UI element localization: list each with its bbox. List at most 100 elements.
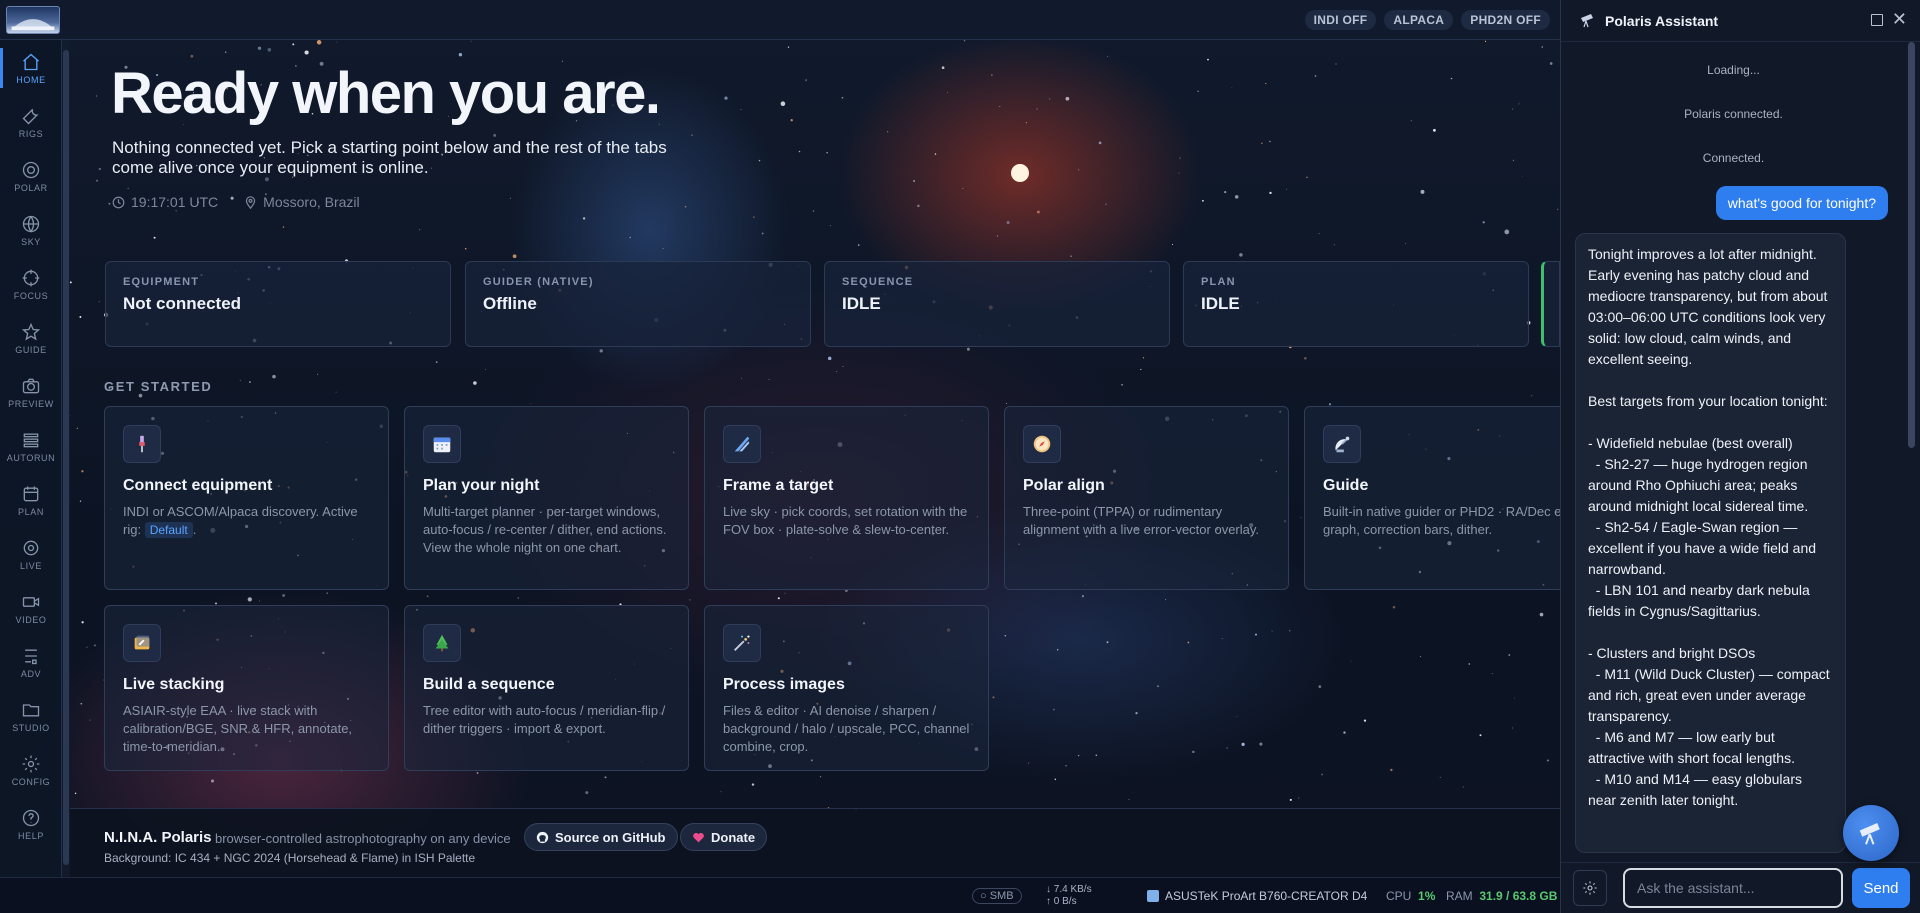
nav-item-preview[interactable]: PREVIEW [0,366,62,418]
card-guide[interactable]: Guide Built-in native guider or PHD2 · R… [1304,406,1560,590]
nav-scrollbar-thumb[interactable] [63,50,69,865]
github-button[interactable]: Source on GitHub [524,823,678,851]
nav-scrollbar[interactable] [62,40,70,877]
background-star [1450,77,1453,80]
nav-item-live[interactable]: LIVE [0,528,62,580]
background-star [780,101,786,106]
host-name: ASUSTeK ProArt B760-CREATOR D4 [1165,889,1368,903]
assistant-settings-button[interactable] [1573,870,1607,906]
ram-value: 31.9 / 63.8 GB [1479,889,1558,903]
background-star [1192,750,1195,754]
card-title: Connect equipment [123,477,273,494]
nav-item-home[interactable]: HOME [0,42,62,94]
background-star [272,374,276,379]
background-star [1201,199,1204,202]
chat-scrollbar[interactable] [1907,42,1916,862]
card-title: Process images [723,676,845,693]
background-star [761,232,764,235]
app-logo[interactable] [6,6,60,34]
satellite-dish-icon [1335,436,1350,453]
background-star [1128,799,1130,800]
background-star [1350,660,1352,662]
card-title: Guide [1323,477,1369,494]
expand-window-icon[interactable] [1871,14,1883,26]
alpaca-status-pill[interactable]: ALPACA [1384,10,1454,30]
assistant-input[interactable] [1623,868,1843,908]
card-process-images[interactable]: Process images Files & editor · AI denoi… [704,605,989,771]
background-star [1171,243,1174,246]
card-icon-box [423,425,461,463]
card-plan-your-night[interactable]: Plan your night Multi-target planner · p… [404,406,689,590]
status-card-plan[interactable]: PLAN IDLE [1183,261,1529,347]
nav-item-autorun[interactable]: AUTORUN [0,420,62,472]
phd2-status-pill[interactable]: PHD2N OFF [1461,10,1550,30]
background-star [1318,233,1320,235]
cpu-value: 1% [1418,889,1436,903]
background-star [1077,754,1080,757]
card-title: Build a sequence [423,676,555,693]
background-star [1546,759,1549,762]
page-title: Ready when you are. [111,61,661,126]
card-title: Plan your night [423,477,540,494]
card-live-stacking[interactable]: Live stacking ASIAIR-style EAA · live st… [104,605,389,771]
nav-item-adv[interactable]: ADV [0,636,62,688]
background-star [827,356,832,361]
background-star [317,373,318,375]
donate-button[interactable]: Donate [680,823,768,851]
card-build-a-sequence[interactable]: Build a sequence Tree editor with auto-f… [404,605,689,771]
status-card-sequence[interactable]: SEQUENCE IDLE [824,261,1170,347]
status-card-equipment[interactable]: EQUIPMENT Not connected [105,261,451,347]
background-star [1221,637,1223,640]
background-star [473,381,477,385]
nav-item-video[interactable]: VIDEO [0,582,62,634]
nav-label: CONFIG [11,776,51,787]
card-polar-align[interactable]: Polar align Three-point (TPPA) or rudime… [1004,406,1289,590]
background-star [1179,157,1181,159]
indi-status-pill[interactable]: INDI OFF [1304,10,1377,30]
system-message: Loading... [1707,63,1760,77]
background-star [1289,630,1291,632]
card-connect-equipment[interactable]: Connect equipment INDI or ASCOM/Alpaca d… [104,406,389,590]
smb-status-badge[interactable]: ○ SMB [972,888,1022,904]
send-button[interactable]: Send [1852,868,1910,908]
assistant-fab-button[interactable] [1843,805,1899,861]
chat-scrollbar-thumb[interactable] [1908,42,1915,448]
close-icon[interactable]: ✕ [1892,9,1907,30]
github-icon [536,831,549,843]
card-frame-a-target[interactable]: Frame a target Live sky · pick coords, s… [704,406,989,590]
nav-item-studio[interactable]: STUDIO [0,690,62,742]
background-star [335,391,337,393]
card-description-end: . [192,522,197,537]
background-star [1006,220,1010,225]
background-star [992,696,995,699]
background-star [1178,172,1180,174]
nav-item-rigs[interactable]: RIGS [0,96,62,148]
background-star [326,592,328,594]
nav-item-guide[interactable]: GUIDE [0,312,62,364]
nav-item-polar[interactable]: POLAR [0,150,62,202]
nav-item-sky[interactable]: SKY [0,204,62,256]
background-star [304,50,309,55]
background-star [79,500,82,502]
nav-item-plan[interactable]: PLAN [0,474,62,526]
nav-label: POLAR [14,182,48,193]
background-star [1036,210,1040,214]
background-star [79,316,82,318]
status-card-guider[interactable]: GUIDER (NATIVE) Offline [465,261,811,347]
nav-item-config[interactable]: CONFIG [0,744,62,796]
background-star [753,216,755,218]
nav-item-help[interactable]: HELP [0,798,62,850]
background-star [418,229,421,231]
background-star [1106,641,1109,644]
nav-item-focus[interactable]: FOCUS [0,258,62,310]
plug-icon [139,435,145,453]
background-star [1484,40,1487,43]
active-rig-badge[interactable]: Default [144,522,193,538]
card-title: Live stacking [123,676,225,693]
background-star [966,347,970,351]
background-star [1165,599,1166,601]
background-star [153,236,156,239]
background-star [1300,517,1302,519]
status-card-partial[interactable] [1541,261,1560,347]
utc-time: 19:17:01 UTC [112,194,218,210]
